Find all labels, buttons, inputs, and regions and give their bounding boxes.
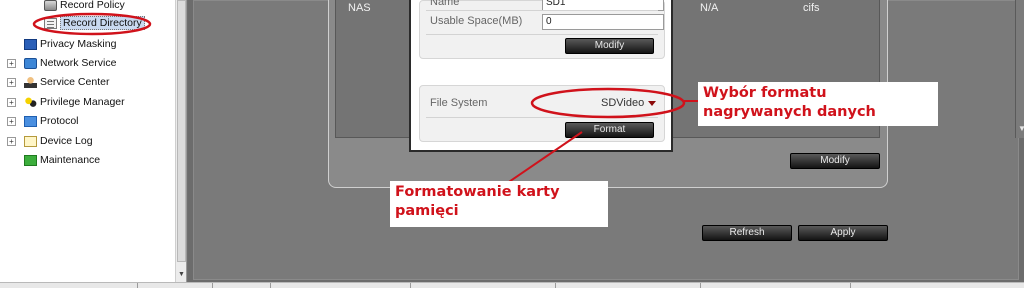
dropdown-caret-icon (648, 100, 657, 106)
usable-space-label: Usable Space(MB) (430, 15, 523, 27)
taskbar-divider (137, 283, 138, 288)
divider (426, 117, 658, 118)
tree-item-label: Network Service (40, 57, 117, 69)
network-icon (24, 57, 37, 69)
disk-properties-group: Name SD1 Usable Space(MB) 0 Modify (419, 0, 665, 59)
taskbar-divider (270, 283, 271, 288)
callout-format-choice: Wybór formatu nagrywanych danych (698, 82, 938, 126)
tree-item-label: Maintenance (40, 154, 101, 166)
file-system-value: SDVideo (601, 97, 645, 109)
panel-modify-button[interactable]: Modify (790, 153, 880, 169)
callout-format-card: Formatowanie karty pamięci (390, 181, 608, 227)
tree-item-maintenance[interactable]: Maintenance (24, 152, 100, 168)
file-system-group: File System Format (419, 85, 665, 142)
tree-item-record-directory[interactable]: Record Directory (44, 15, 145, 31)
expand-toggle-device-log[interactable]: + (7, 137, 16, 146)
usable-space-field[interactable]: 0 (542, 14, 664, 30)
tree-item-label: Record Policy (60, 0, 125, 11)
file-system-select[interactable]: SDVideo (601, 97, 657, 109)
tree-item-label: Privacy Masking (40, 38, 117, 50)
taskbar-divider (850, 283, 851, 288)
dialog-modify-button[interactable]: Modify (565, 38, 654, 54)
table-cell-type: NAS (348, 2, 371, 14)
taskbar-divider (555, 283, 556, 288)
tree-item-label: Privilege Manager (40, 96, 125, 108)
protocol-icon (24, 115, 37, 127)
divider (426, 34, 658, 35)
maintenance-icon (24, 154, 37, 166)
expand-toggle-privilege-manager[interactable]: + (7, 98, 16, 107)
tree-item-label: Service Center (40, 76, 110, 88)
tree-item-label: Device Log (40, 135, 93, 147)
log-icon (24, 135, 37, 147)
expand-toggle-service-center[interactable]: + (7, 78, 16, 87)
scroll-down-arrow-icon[interactable]: ▼ (1016, 124, 1024, 133)
refresh-button[interactable]: Refresh (702, 225, 792, 241)
disk-icon (44, 0, 57, 11)
tree-scroll-thumb[interactable] (177, 0, 186, 262)
mask-icon (24, 38, 37, 50)
apply-button[interactable]: Apply (798, 225, 888, 241)
taskbar-divider (410, 283, 411, 288)
table-cell-filesystem: cifs (803, 2, 820, 14)
tree-item-label: Record Directory (60, 16, 145, 30)
disk-properties-dialog: Name SD1 Usable Space(MB) 0 Modify File … (409, 0, 673, 152)
tree-item-network-service[interactable]: Network Service (24, 55, 116, 71)
users-icon (24, 96, 37, 108)
tree-item-privacy-masking[interactable]: Privacy Masking (24, 36, 116, 52)
tree-item-privilege-manager[interactable]: Privilege Manager (24, 94, 125, 110)
list-icon (44, 17, 57, 29)
tree-scrollbar[interactable]: ▼ (175, 0, 186, 288)
callout-line: Formatowanie karty (395, 184, 560, 200)
person-icon (24, 76, 37, 88)
tree-item-service-center[interactable]: Service Center (24, 74, 109, 90)
name-label: Name (430, 0, 460, 8)
taskbar-divider (700, 283, 701, 288)
callout-line: pamięci (395, 203, 459, 219)
tree-item-label: Protocol (40, 115, 79, 127)
callout-line: Wybór formatu (703, 85, 827, 101)
expand-toggle-protocol[interactable]: + (7, 117, 16, 126)
taskbar-divider (212, 283, 213, 288)
tree-item-protocol[interactable]: Protocol (24, 113, 79, 129)
tree-item-device-log[interactable]: Device Log (24, 133, 93, 149)
table-scrollbar[interactable]: ▼ (1015, 0, 1024, 138)
file-system-label: File System (430, 97, 488, 109)
scroll-down-arrow-icon[interactable]: ▼ (177, 270, 186, 279)
expand-toggle-network-service[interactable]: + (7, 59, 16, 68)
divider (426, 10, 658, 11)
bottom-taskbar (0, 282, 1024, 288)
format-button[interactable]: Format (565, 122, 654, 138)
tree-item-record-policy[interactable]: Record Policy (44, 0, 125, 13)
device-config-tree: Record Policy Record Directory Privacy M… (0, 0, 187, 288)
table-cell-status: N/A (700, 2, 719, 14)
callout-line: nagrywanych danych (703, 104, 876, 120)
